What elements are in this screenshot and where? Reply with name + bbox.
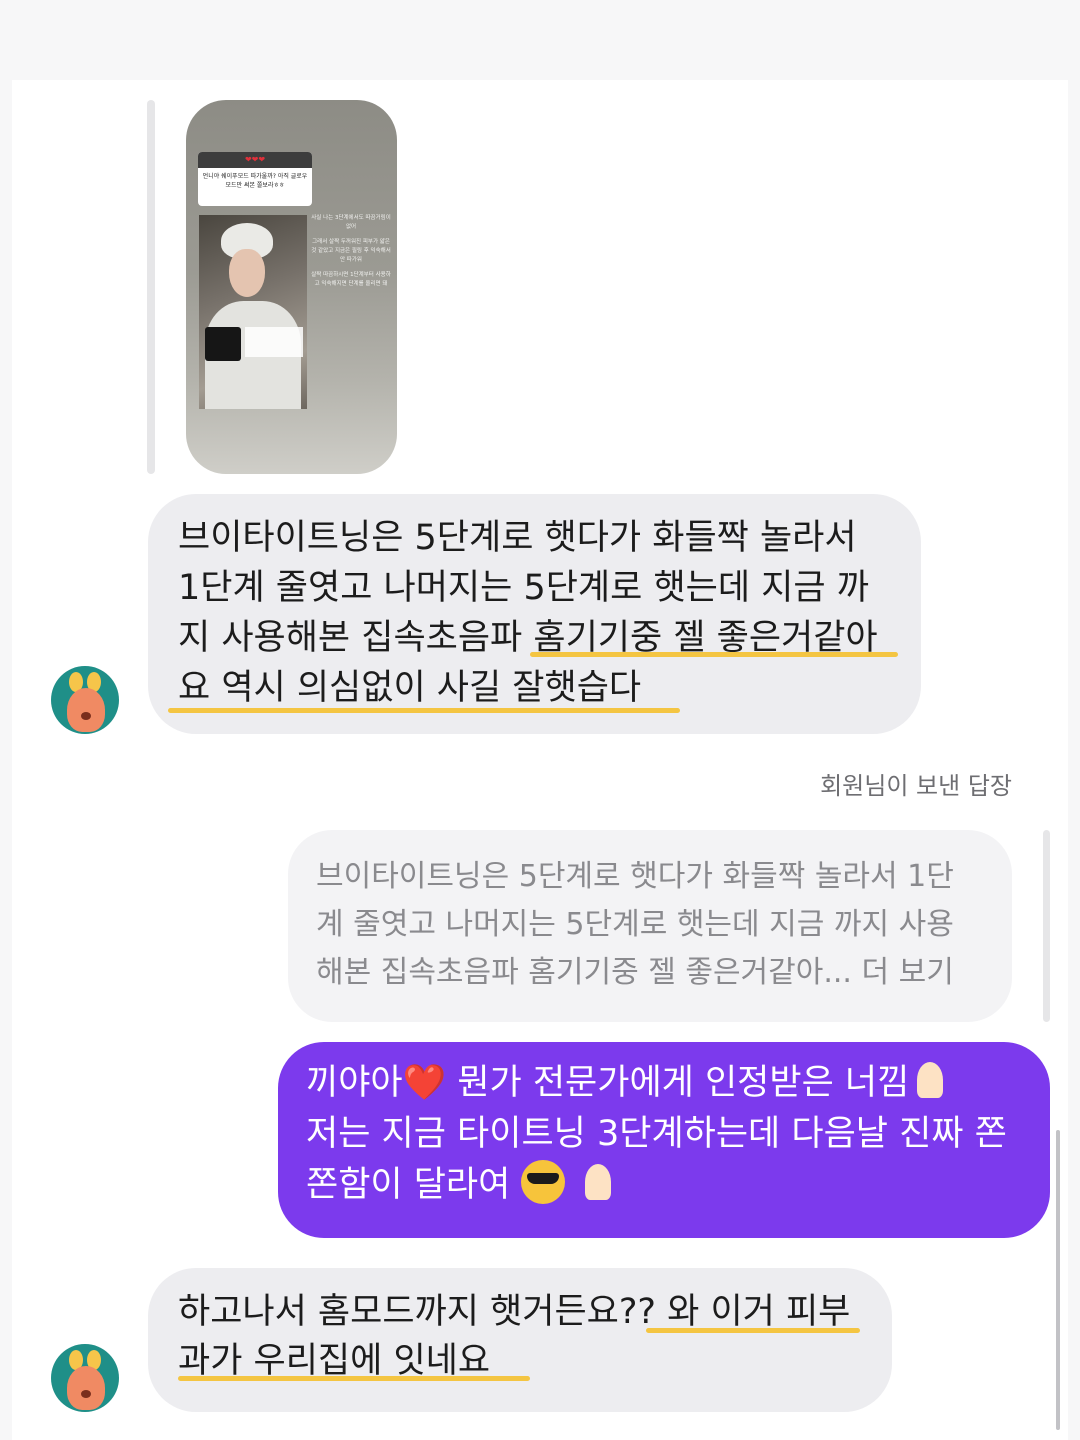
quoted-line: 브이타이트닝은 5단계로 햇다가 화들짝 놀라서 1단 xyxy=(316,859,954,894)
highlight-underline xyxy=(168,708,680,713)
highlight-underline xyxy=(646,1328,860,1333)
heart-emoji-icon: ❤️ xyxy=(402,1063,447,1103)
message-line: 요 역시 의심없이 사길 잘햇습다 xyxy=(178,668,642,708)
message-text: 끼야아 xyxy=(306,1063,403,1103)
received-message-2[interactable]: 하고나서 홈모드까지 햇거든요?? 와 이거 피부 과가 우리집에 잇네요 xyxy=(148,1268,892,1412)
avatar-face xyxy=(67,688,105,732)
sunglasses-emoji-icon xyxy=(521,1160,566,1204)
highlight-underline xyxy=(178,1376,530,1381)
photo-note xyxy=(245,327,303,357)
avatar-mouth xyxy=(81,1390,91,1398)
quoted-line: 계 줄엿고 나머지는 5단계로 햇는데 지금 까지 사용 xyxy=(316,907,954,942)
avatar[interactable] xyxy=(51,666,119,734)
message-text: 쫀함이 달라여 xyxy=(306,1165,522,1205)
photo-face xyxy=(229,249,265,297)
story-question-text: 언니야 쉐이푸모드 따가울까? 아직 글로우모드만 써본 쫄보라ㅎㅎ xyxy=(202,173,308,189)
message-line: 1단계 줄엿고 나머지는 5단계로 햇는데 지금 까 xyxy=(178,568,869,608)
avatar-mouth xyxy=(81,712,91,720)
quoted-line: 해본 집속초음파 홈기기중 젤 좋은거같아... 더 보기 xyxy=(316,955,954,990)
received-message-1[interactable]: 브이타이트닝은 5단계로 햇다가 화들짝 놀라서 1단계 줄엿고 나머지는 5단… xyxy=(148,494,921,734)
avatar-face xyxy=(67,1366,105,1410)
sent-message[interactable]: 끼야아❤️ 뭔가 전문가에게 인정받은 너낌 저는 지금 타이트닝 3단계하는데… xyxy=(278,1042,1050,1238)
quoted-message[interactable]: 브이타이트닝은 5단계로 햇다가 화들짝 놀라서 1단 계 줄엿고 나머지는 5… xyxy=(288,830,1012,1022)
praying-hands-emoji-icon xyxy=(909,1060,951,1100)
story-side-line: 그래서 살짝 두꺼워진 피부가 얇은 것 같았고 지금은 필링 후 익숙해서 안… xyxy=(311,239,391,263)
avatar[interactable] xyxy=(51,1344,119,1412)
quoted-reply-bar xyxy=(1043,830,1050,1022)
story-question-hearts: ❤❤❤ xyxy=(198,152,312,168)
praying-hands-emoji-icon xyxy=(577,1162,619,1202)
photo-device xyxy=(205,327,241,361)
story-side-line: 사실 나는 3단계에서도 따끔거림이 없어 xyxy=(311,215,391,230)
message-line: 저는 지금 타이트닝 3단계하는데 다음날 진짜 쫀 xyxy=(306,1114,1007,1154)
story-question-box: ❤❤❤ 언니야 쉐이푸모드 따가울까? 아직 글로우모드만 써본 쫄보라ㅎㅎ xyxy=(198,152,312,206)
story-preview-card[interactable]: ❤❤❤ 언니야 쉐이푸모드 따가울까? 아직 글로우모드만 써본 쫄보라ㅎㅎ 사… xyxy=(186,100,397,474)
message-line: 끼야아❤️ 뭔가 전문가에게 인정받은 너낌 xyxy=(306,1058,1032,1109)
message-line: 쫀함이 달라여 xyxy=(306,1160,1032,1211)
reply-label: 회원님이 보낸 답장 xyxy=(820,772,1012,800)
story-side-text: 사실 나는 3단계에서도 따끔거림이 없어 그래서 살짝 두꺼워진 피부가 얇은… xyxy=(310,214,392,289)
scrollbar[interactable] xyxy=(1056,1130,1060,1430)
message-line: 브이타이트닝은 5단계로 햇다가 화들짝 놀라서 xyxy=(178,518,857,558)
story-side-line: 살짝 따끔하시면 1단계부터 사용하고 익숙해지면 단계를 올리면 돼 xyxy=(311,272,391,287)
highlight-underline xyxy=(530,652,898,657)
message-text: 뭔가 전문가에게 인정받은 너낌 xyxy=(446,1063,910,1103)
top-strip xyxy=(0,0,1080,80)
story-reply-bar xyxy=(147,100,155,474)
story-photo xyxy=(199,215,307,409)
